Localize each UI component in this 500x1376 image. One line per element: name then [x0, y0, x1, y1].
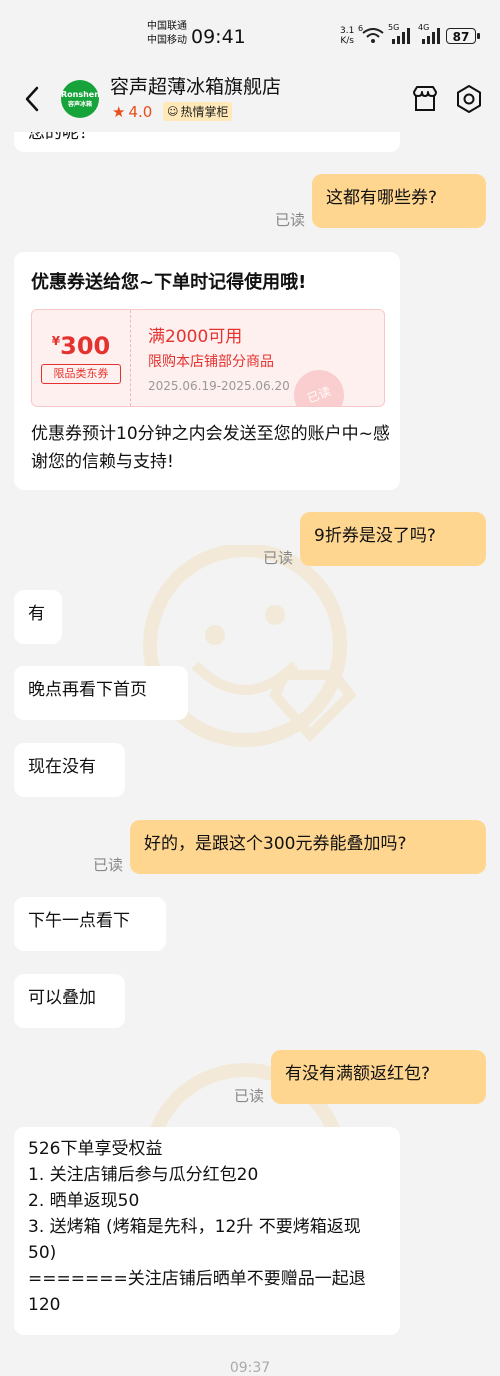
coupon-card-title: 优惠券送给您~下单时记得使用哦! — [31, 272, 307, 293]
benefit-line: 2. 晒单返现50 — [28, 1191, 140, 1211]
coupon-stamp: 已读 — [286, 362, 352, 406]
carrier-name-1: 中国联通 — [147, 21, 187, 32]
shop-logo-subtext: 容声冰箱 — [67, 101, 92, 108]
message-bubble-left: 可以叠加 — [14, 974, 125, 1028]
battery-icon: 87 — [446, 28, 480, 44]
signal-4g-label: 4G — [418, 23, 430, 32]
smile-icon: ☺ — [167, 105, 179, 118]
benefit-line: 1. 关注店铺后参与瓜分红包20 — [28, 1165, 259, 1185]
message-text: 有 — [28, 604, 45, 624]
benefit-line: 3. 送烤箱 (烤箱是先科，12升 不要烤箱返现50) — [28, 1217, 361, 1263]
message-text: 现在没有 — [28, 757, 96, 777]
signal-5g-label: 5G — [388, 23, 400, 32]
status-time: 09:41 — [191, 26, 246, 48]
message-bubble-left: 有 — [14, 590, 62, 644]
message-bubble-right: 9折券是没了吗? — [300, 512, 486, 566]
message-bubble-right: 有没有满额返红包? — [271, 1050, 486, 1104]
message-text: 这都有哪些券? — [326, 188, 438, 208]
chat-area[interactable]: 您的呢！ 这都有哪些券? 已读 优惠券送给您~下单时记得使用哦! ¥300 限品… — [0, 0, 500, 1376]
carrier-name-2: 中国移动 — [147, 35, 187, 46]
message-text: 可以叠加 — [28, 988, 96, 1008]
star-icon: ★ — [112, 103, 126, 121]
shop-logo[interactable]: Ronshen 容声冰箱 — [61, 80, 100, 118]
network-speed: 3.1 K/s — [340, 26, 354, 46]
settings-icon[interactable] — [454, 84, 484, 114]
status-bar: 中国联通 中国移动 09:41 3.1 K/s 6 5G 4G 87 — [0, 0, 500, 70]
coupon-amount: ¥300 — [32, 332, 130, 360]
shop-logo-text: Ronshen — [61, 90, 100, 99]
message-text: 有没有满额返红包? — [285, 1064, 431, 1084]
network-speed-unit: K/s — [340, 36, 354, 46]
shopkeeper-badge: ☺ 热情掌柜 — [163, 102, 233, 121]
read-receipt: 已读 — [234, 1087, 265, 1105]
rating-value: 4.0 — [128, 103, 153, 121]
message-timestamp: 09:37 — [229, 1360, 271, 1376]
message-bubble-left: 现在没有 — [14, 743, 125, 797]
shop-title[interactable]: 容声超薄冰箱旗舰店 — [110, 72, 281, 99]
coupon-amount-section: ¥300 限品类东券 — [32, 310, 131, 406]
read-receipt: 已读 — [275, 211, 306, 229]
message-bubble-left: 晚点再看下首页 — [14, 666, 188, 720]
read-receipt: 已读 — [263, 549, 294, 567]
coupon-value: 300 — [60, 332, 111, 360]
network-speed-value: 3.1 — [340, 26, 355, 36]
coupon-date: 2025.06.19-2025.06.20 — [148, 379, 290, 393]
badge-label: 热情掌柜 — [180, 105, 229, 119]
coupon-card: 优惠券送给您~下单时记得使用哦! ¥300 限品类东券 满2000可用 限购本店… — [14, 252, 400, 490]
back-arrow-icon[interactable] — [20, 84, 46, 114]
chat-header: Ronshen 容声冰箱 容声超薄冰箱旗舰店 ★ 4.0 ☺ 热情掌柜 — [0, 70, 500, 132]
coupon-condition: 满2000可用 — [148, 327, 243, 347]
store-icon[interactable] — [410, 84, 440, 114]
shop-rating: ★ 4.0 — [112, 103, 152, 121]
benefit-message: 526下单享受权益 1. 关注店铺后参与瓜分红包20 2. 晒单返现50 3. … — [14, 1127, 400, 1335]
benefit-line: 526下单享受权益 — [28, 1139, 163, 1159]
benefit-line: =======关注店铺后晒单不要赠品一起退120 — [28, 1269, 366, 1315]
wifi-icon — [362, 28, 384, 43]
coupon-currency: ¥ — [51, 334, 61, 348]
message-bubble-right: 好的，是跟这个300元券能叠加吗? — [130, 820, 486, 874]
message-text: 下午一点看下 — [28, 911, 130, 931]
message-text: 好的，是跟这个300元券能叠加吗? — [144, 834, 407, 854]
coupon-scope: 限购本店铺部分商品 — [148, 354, 274, 370]
message-bubble-left: 下午一点看下 — [14, 897, 166, 951]
coupon[interactable]: ¥300 限品类东券 满2000可用 限购本店铺部分商品 2025.06.19-… — [31, 309, 385, 407]
carrier-info: 中国联通 中国移动 — [147, 20, 187, 48]
coupon-tag: 限品类东券 — [41, 364, 121, 384]
read-receipt: 已读 — [93, 856, 124, 874]
wifi-label: 6 — [358, 24, 364, 33]
watermark-face-icon — [143, 545, 357, 747]
message-text: 晚点再看下首页 — [28, 680, 147, 700]
message-text: 9折券是没了吗? — [314, 526, 436, 546]
coupon-note: 优惠券预计10分钟之内会发送至您的账户中~感谢您的信赖与支持! — [31, 424, 390, 472]
message-bubble-right: 这都有哪些券? — [312, 174, 486, 228]
